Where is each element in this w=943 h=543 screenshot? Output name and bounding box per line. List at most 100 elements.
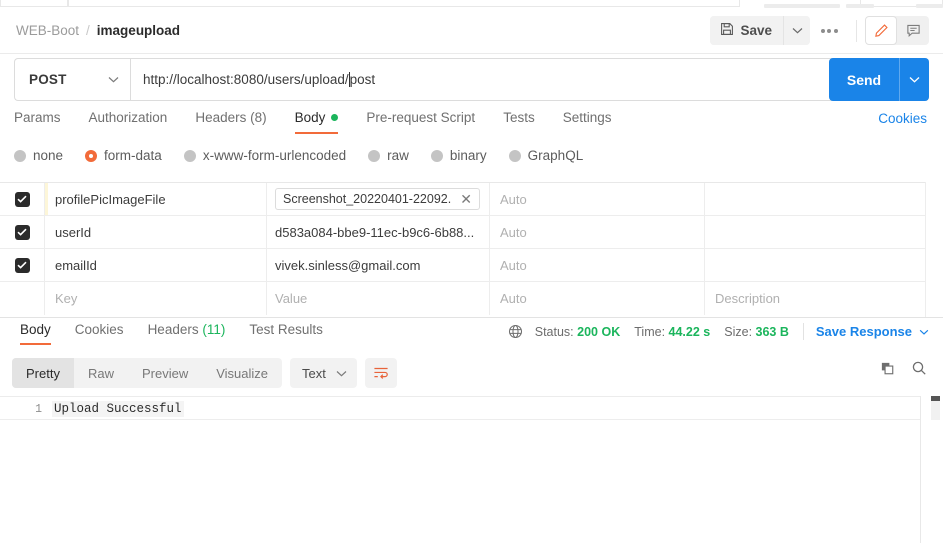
breadcrumb-request-name[interactable]: imageupload bbox=[97, 23, 180, 38]
status-badge: Status: 200 OK bbox=[535, 325, 621, 339]
body-type-raw[interactable]: raw bbox=[368, 148, 409, 163]
row-enabled-checkbox[interactable] bbox=[0, 282, 45, 315]
response-body-top-border bbox=[0, 396, 920, 397]
tab-tests[interactable]: Tests bbox=[489, 110, 549, 134]
comments-button[interactable] bbox=[897, 16, 929, 45]
row-content-type-text: Auto bbox=[500, 191, 527, 207]
row-value-input[interactable]: Value bbox=[267, 282, 490, 315]
response-tab-headers-label: Headers bbox=[147, 322, 203, 337]
response-tab-body[interactable]: Body bbox=[8, 322, 63, 345]
response-body-text[interactable]: Upload Successful bbox=[52, 401, 184, 417]
file-name-text: Screenshot_20220401-22092... bbox=[283, 192, 453, 206]
row-key-placeholder: Key bbox=[55, 291, 78, 306]
url-input[interactable]: http://localhost:8080/users/upload/post bbox=[130, 58, 929, 101]
row-key-input[interactable]: Key bbox=[45, 282, 267, 315]
row-enabled-checkbox[interactable] bbox=[0, 249, 45, 281]
row-content-type[interactable]: Auto bbox=[490, 282, 705, 315]
checkbox-checked-icon bbox=[14, 224, 30, 240]
table-row-empty: Key Value Auto Description bbox=[0, 282, 926, 315]
code-scrollbar-thumb[interactable] bbox=[931, 396, 940, 401]
cookies-link[interactable]: Cookies bbox=[878, 111, 927, 126]
url-text-after-caret: post bbox=[349, 72, 376, 87]
tab-params[interactable]: Params bbox=[14, 110, 75, 134]
row-content-type[interactable]: Auto bbox=[490, 216, 705, 248]
send-button[interactable]: Send bbox=[829, 58, 899, 101]
body-type-x-www-form-urlencoded[interactable]: x-www-form-urlencoded bbox=[183, 148, 346, 163]
tab-headers-label: Headers (8) bbox=[195, 110, 267, 125]
row-content-type[interactable]: Auto bbox=[490, 183, 705, 215]
body-type-graphql[interactable]: GraphQL bbox=[508, 148, 583, 163]
row-value-input[interactable]: d583a084-bbe9-11ec-b9c6-6b88... bbox=[267, 216, 490, 248]
response-tab-cookies[interactable]: Cookies bbox=[63, 322, 136, 345]
response-tab-headers[interactable]: Headers (11) bbox=[136, 322, 238, 345]
row-value-text: d583a084-bbe9-11ec-b9c6-6b88... bbox=[275, 224, 475, 240]
response-language-select[interactable]: Text bbox=[290, 358, 357, 388]
view-pretty-button[interactable]: Pretty bbox=[12, 358, 74, 388]
view-visualize-button[interactable]: Visualize bbox=[202, 358, 282, 388]
save-response-button[interactable]: Save Response bbox=[816, 324, 929, 339]
status-value: 200 OK bbox=[577, 324, 621, 339]
row-value-file[interactable]: Screenshot_20220401-22092... ✕ bbox=[267, 183, 490, 215]
request-header-bar: WEB-Boot / imageupload Save bbox=[0, 8, 943, 54]
tab-tests-label: Tests bbox=[503, 110, 535, 125]
tab-settings[interactable]: Settings bbox=[549, 110, 626, 134]
header-divider bbox=[856, 19, 857, 42]
edit-mode-button[interactable] bbox=[865, 16, 897, 45]
request-tabs: Params Authorization Headers (8) Body Pr… bbox=[0, 110, 943, 142]
send-dropdown-button[interactable] bbox=[899, 58, 929, 101]
radio-selected-icon bbox=[85, 149, 98, 162]
file-chip[interactable]: Screenshot_20220401-22092... ✕ bbox=[275, 188, 480, 210]
tab-settings-label: Settings bbox=[562, 110, 612, 125]
body-type-binary[interactable]: binary bbox=[430, 148, 487, 163]
response-meta: Status: 200 OK Time: 44.22 s Size: 363 B… bbox=[508, 323, 929, 340]
view-raw-button[interactable]: Raw bbox=[74, 358, 128, 388]
body-type-none[interactable]: none bbox=[14, 148, 63, 163]
row-value-input[interactable]: vivek.sinless@gmail.com bbox=[267, 249, 490, 281]
row-key-text: profilePicImageFile bbox=[55, 191, 166, 207]
tab-pre-request-script[interactable]: Pre-request Script bbox=[352, 110, 489, 134]
row-description-placeholder: Description bbox=[715, 291, 781, 306]
row-description-input[interactable]: Description bbox=[705, 282, 926, 315]
row-enabled-checkbox[interactable] bbox=[0, 216, 45, 248]
http-method-select[interactable]: POST bbox=[14, 58, 130, 101]
save-dropdown-button[interactable] bbox=[783, 16, 810, 45]
row-description-input[interactable] bbox=[705, 183, 926, 215]
row-key-input[interactable]: userId bbox=[45, 216, 267, 248]
table-row: emailId vivek.sinless@gmail.com Auto bbox=[0, 249, 926, 282]
response-tab-test-results[interactable]: Test Results bbox=[237, 322, 335, 345]
chevron-down-icon bbox=[108, 77, 119, 83]
row-description-input[interactable] bbox=[705, 249, 926, 281]
size-label: Size: bbox=[724, 324, 753, 339]
search-icon bbox=[912, 361, 926, 375]
row-value-text: vivek.sinless@gmail.com bbox=[275, 257, 421, 273]
url-bar: POST http://localhost:8080/users/upload/… bbox=[14, 58, 929, 101]
copy-button[interactable] bbox=[880, 361, 895, 379]
remove-file-icon[interactable]: ✕ bbox=[458, 192, 474, 206]
save-button[interactable]: Save bbox=[710, 16, 783, 45]
row-content-type[interactable]: Auto bbox=[490, 249, 705, 281]
body-type-none-label: none bbox=[33, 148, 64, 163]
tab-authorization[interactable]: Authorization bbox=[75, 110, 182, 134]
status-label: Status: bbox=[534, 324, 574, 339]
breadcrumb-collection[interactable]: WEB-Boot bbox=[16, 23, 79, 38]
code-area-right-border bbox=[920, 396, 921, 543]
response-tab-cookies-label: Cookies bbox=[74, 322, 124, 337]
more-actions-button[interactable] bbox=[810, 16, 848, 45]
save-response-label: Save Response bbox=[815, 324, 912, 339]
row-key-input[interactable]: emailId bbox=[45, 249, 267, 281]
body-type-form-data[interactable]: form-data bbox=[85, 148, 162, 163]
http-method-label: POST bbox=[29, 72, 67, 87]
row-description-input[interactable] bbox=[705, 216, 926, 248]
tab-body[interactable]: Body bbox=[281, 110, 353, 134]
word-wrap-button[interactable] bbox=[364, 358, 397, 388]
globe-icon bbox=[508, 324, 523, 339]
search-button[interactable] bbox=[911, 360, 927, 379]
tab-params-label: Params bbox=[14, 110, 61, 125]
time-badge: Time: 44.22 s bbox=[634, 325, 710, 339]
row-enabled-checkbox[interactable] bbox=[0, 183, 45, 215]
tab-headers[interactable]: Headers (8) bbox=[181, 110, 280, 134]
row-key-input[interactable]: profilePicImageFile bbox=[45, 183, 267, 215]
view-preview-button[interactable]: Preview bbox=[128, 358, 202, 388]
response-view-toggle: Pretty Raw Preview Visualize bbox=[12, 358, 283, 388]
radio-icon bbox=[183, 149, 196, 162]
